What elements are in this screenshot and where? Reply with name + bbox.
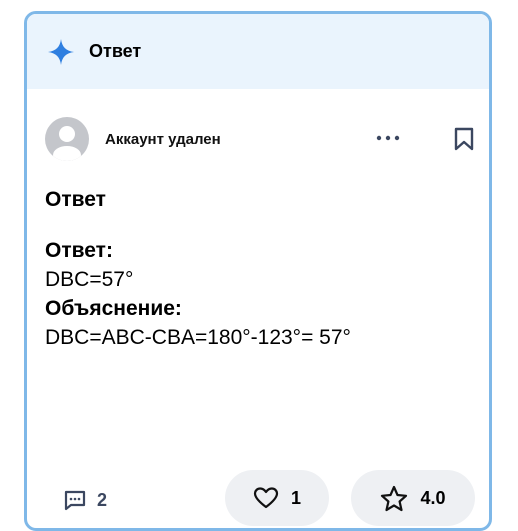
like-button[interactable]: 1 [225,470,329,526]
header-title: Ответ [89,41,142,61]
bookmark-icon [454,127,474,151]
rating-button[interactable]: 4.0 [351,470,475,526]
heart-icon [253,487,279,509]
more-icon [376,135,400,141]
answer-card: Ответ Аккаунт удален Ответ Ответ: DBC=57… [24,11,492,531]
likes-count: 1 [290,487,301,508]
answer-value: DBC=57° [45,268,134,291]
author-name[interactable]: Аккаунт удален [105,131,221,148]
star-icon [381,485,408,511]
answer-title: Ответ [45,188,106,211]
answer-label: Ответ: [45,239,113,262]
comments-count: 2 [97,489,108,510]
comments-button[interactable]: 2 [63,484,107,516]
bookmark-button[interactable] [447,121,481,157]
comment-icon [64,490,86,511]
sparkle-icon [47,38,75,66]
explanation-text: DBC=ABC-CBA=180°-123°= 57° [45,326,351,349]
more-options-button[interactable] [368,122,408,154]
answer-body: Ответ: DBC=57° Объяснение: DBC=ABC-CBA=1… [45,236,351,352]
card-header: Ответ [27,14,489,89]
rating-value: 4.0 [420,487,446,508]
explanation-label: Объяснение: [45,297,182,320]
author-row: Аккаунт удален [45,116,489,162]
avatar[interactable] [45,117,89,161]
